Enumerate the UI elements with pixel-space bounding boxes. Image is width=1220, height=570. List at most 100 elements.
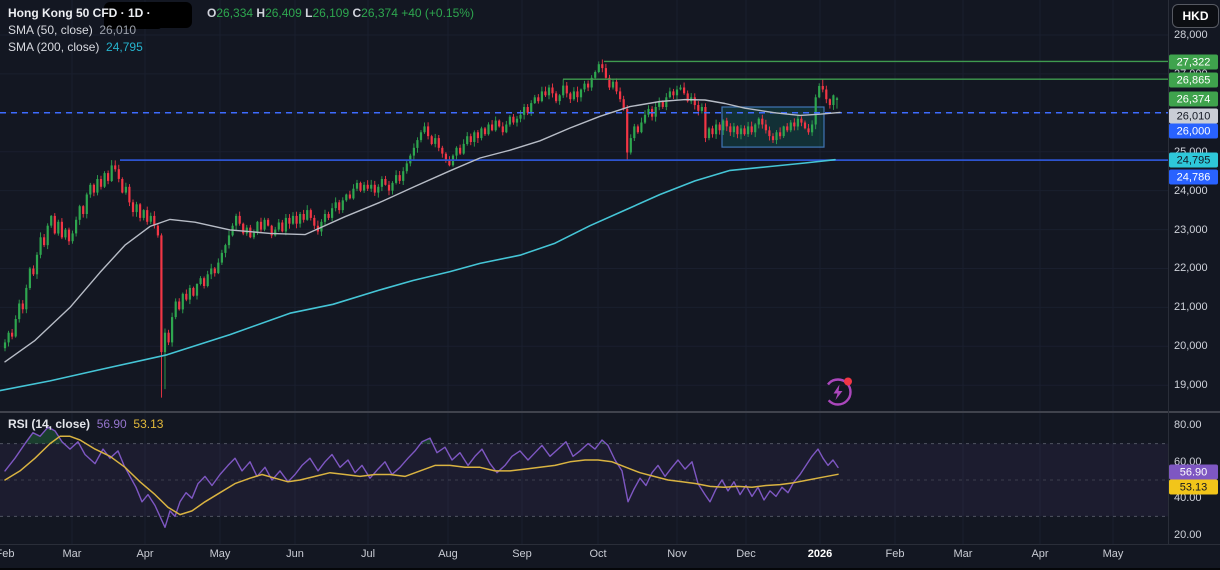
candle-body <box>99 179 103 187</box>
candle-body <box>167 332 170 343</box>
candle-body <box>78 206 81 220</box>
time-axis-label-jun[interactable]: Jun <box>286 548 304 560</box>
open-label: O <box>207 5 217 20</box>
candle-body <box>736 126 739 135</box>
close-value: 26,374 <box>361 5 398 20</box>
price-tick-label: 20,000 <box>1174 340 1208 353</box>
rsi-tick-label: 20.00 <box>1174 528 1202 541</box>
candle-body <box>242 223 245 234</box>
candle-body <box>363 184 366 191</box>
candle-body <box>679 87 682 90</box>
candle-body <box>700 107 703 111</box>
candle-body <box>288 217 291 224</box>
candle-body <box>110 165 113 181</box>
currency-button[interactable]: HKD <box>1172 4 1219 28</box>
time-axis-label-mar[interactable]: Mar <box>63 548 82 560</box>
candle-body <box>672 91 675 96</box>
time-axis-label-nov[interactable]: Nov <box>667 548 687 560</box>
price-tick-label: 22,000 <box>1174 262 1208 275</box>
time-axis-label-may[interactable]: May <box>210 548 231 560</box>
candle-body <box>412 147 415 156</box>
candle-body <box>555 93 558 102</box>
candle-body <box>121 179 124 193</box>
candle-body <box>82 206 85 214</box>
rsi-ma-value: 53.13 <box>133 417 164 431</box>
candle-body <box>139 204 142 218</box>
candle-body <box>46 225 49 246</box>
candle-body <box>263 219 266 230</box>
symbol-title[interactable]: Hong Kong 50 CFD · 1D · <box>8 6 151 20</box>
sma50-value: 26,010 <box>99 22 137 37</box>
price-badge: 24,786 <box>1169 169 1218 185</box>
time-axis-label-jul[interactable]: Jul <box>361 548 375 560</box>
candle-body <box>256 221 259 232</box>
time-axis-label-aug[interactable]: Aug <box>438 548 458 560</box>
candle-body <box>341 200 344 211</box>
sma200-label[interactable]: SMA (200, close) <box>8 40 99 54</box>
candle-body <box>754 124 757 133</box>
change-value: +40 (+0.15%) <box>401 5 474 20</box>
time-axis-label-sep[interactable]: Sep <box>512 548 532 560</box>
candle-body <box>227 235 231 246</box>
candle-body <box>722 120 725 131</box>
rsi-label[interactable]: RSI (14, close) <box>8 417 90 431</box>
candle-body <box>562 85 565 96</box>
time-axis-label-may[interactable]: May <box>1103 548 1124 560</box>
candle-body <box>636 126 639 133</box>
candle-body <box>235 215 238 226</box>
candle-body <box>483 128 487 135</box>
candle-body <box>345 194 348 201</box>
time-axis-label-dec[interactable]: Dec <box>736 548 756 560</box>
candle-body <box>7 332 10 343</box>
candle-body <box>537 97 540 102</box>
candle-body <box>469 136 472 142</box>
candle-body <box>117 169 120 179</box>
candle-body <box>195 284 199 296</box>
time-axis-label-mar[interactable]: Mar <box>954 548 973 560</box>
candle-body <box>348 194 351 199</box>
candle-body <box>796 118 799 127</box>
candle-body <box>647 108 650 115</box>
candle-body <box>352 188 355 199</box>
sma50-label[interactable]: SMA (50, close) <box>8 23 93 37</box>
time-axis-label-2026[interactable]: 2026 <box>808 548 832 560</box>
candle-body <box>238 215 241 224</box>
pane-separator[interactable] <box>0 411 1220 413</box>
time-axis-label-feb[interactable]: Feb <box>886 548 905 560</box>
candle-body <box>597 64 600 72</box>
lightning-alert-icon[interactable] <box>820 373 857 410</box>
candle-body <box>306 210 309 220</box>
series-line <box>4 98 841 363</box>
time-axis-label-apr[interactable]: Apr <box>1031 548 1048 560</box>
candle-body <box>188 287 191 300</box>
candle-body <box>803 122 807 129</box>
candle-body <box>665 97 668 107</box>
time-axis-label-feb[interactable]: Feb <box>0 548 14 560</box>
candle-body <box>284 217 287 232</box>
candle-body <box>747 126 750 135</box>
candle-body <box>604 68 607 78</box>
rsi-legend: RSI (14, close) 56.90 53.13 <box>8 416 163 432</box>
candle-body <box>359 182 362 191</box>
candle-body <box>57 221 60 234</box>
candle-body <box>210 268 213 275</box>
candle-body <box>615 81 618 92</box>
open-value: 26,334 <box>216 5 254 20</box>
time-axis-label-apr[interactable]: Apr <box>136 548 153 560</box>
candle-body <box>444 153 447 160</box>
time-axis-label-oct[interactable]: Oct <box>589 548 606 560</box>
candle-body <box>455 147 458 156</box>
chart-canvas[interactable] <box>0 0 1220 570</box>
candle-body <box>683 87 686 94</box>
candle-body <box>419 132 423 141</box>
price-tick-label: 19,000 <box>1174 379 1208 392</box>
price-tick-label: 24,000 <box>1174 184 1208 197</box>
notification-dot <box>844 377 852 386</box>
candle-body <box>18 303 21 320</box>
rsi-badge: 53.13 <box>1169 479 1218 495</box>
candle-body <box>405 163 408 172</box>
candle-body <box>437 138 440 148</box>
candle-body <box>146 210 149 222</box>
candle-body <box>430 136 433 144</box>
candle-body <box>729 126 732 133</box>
